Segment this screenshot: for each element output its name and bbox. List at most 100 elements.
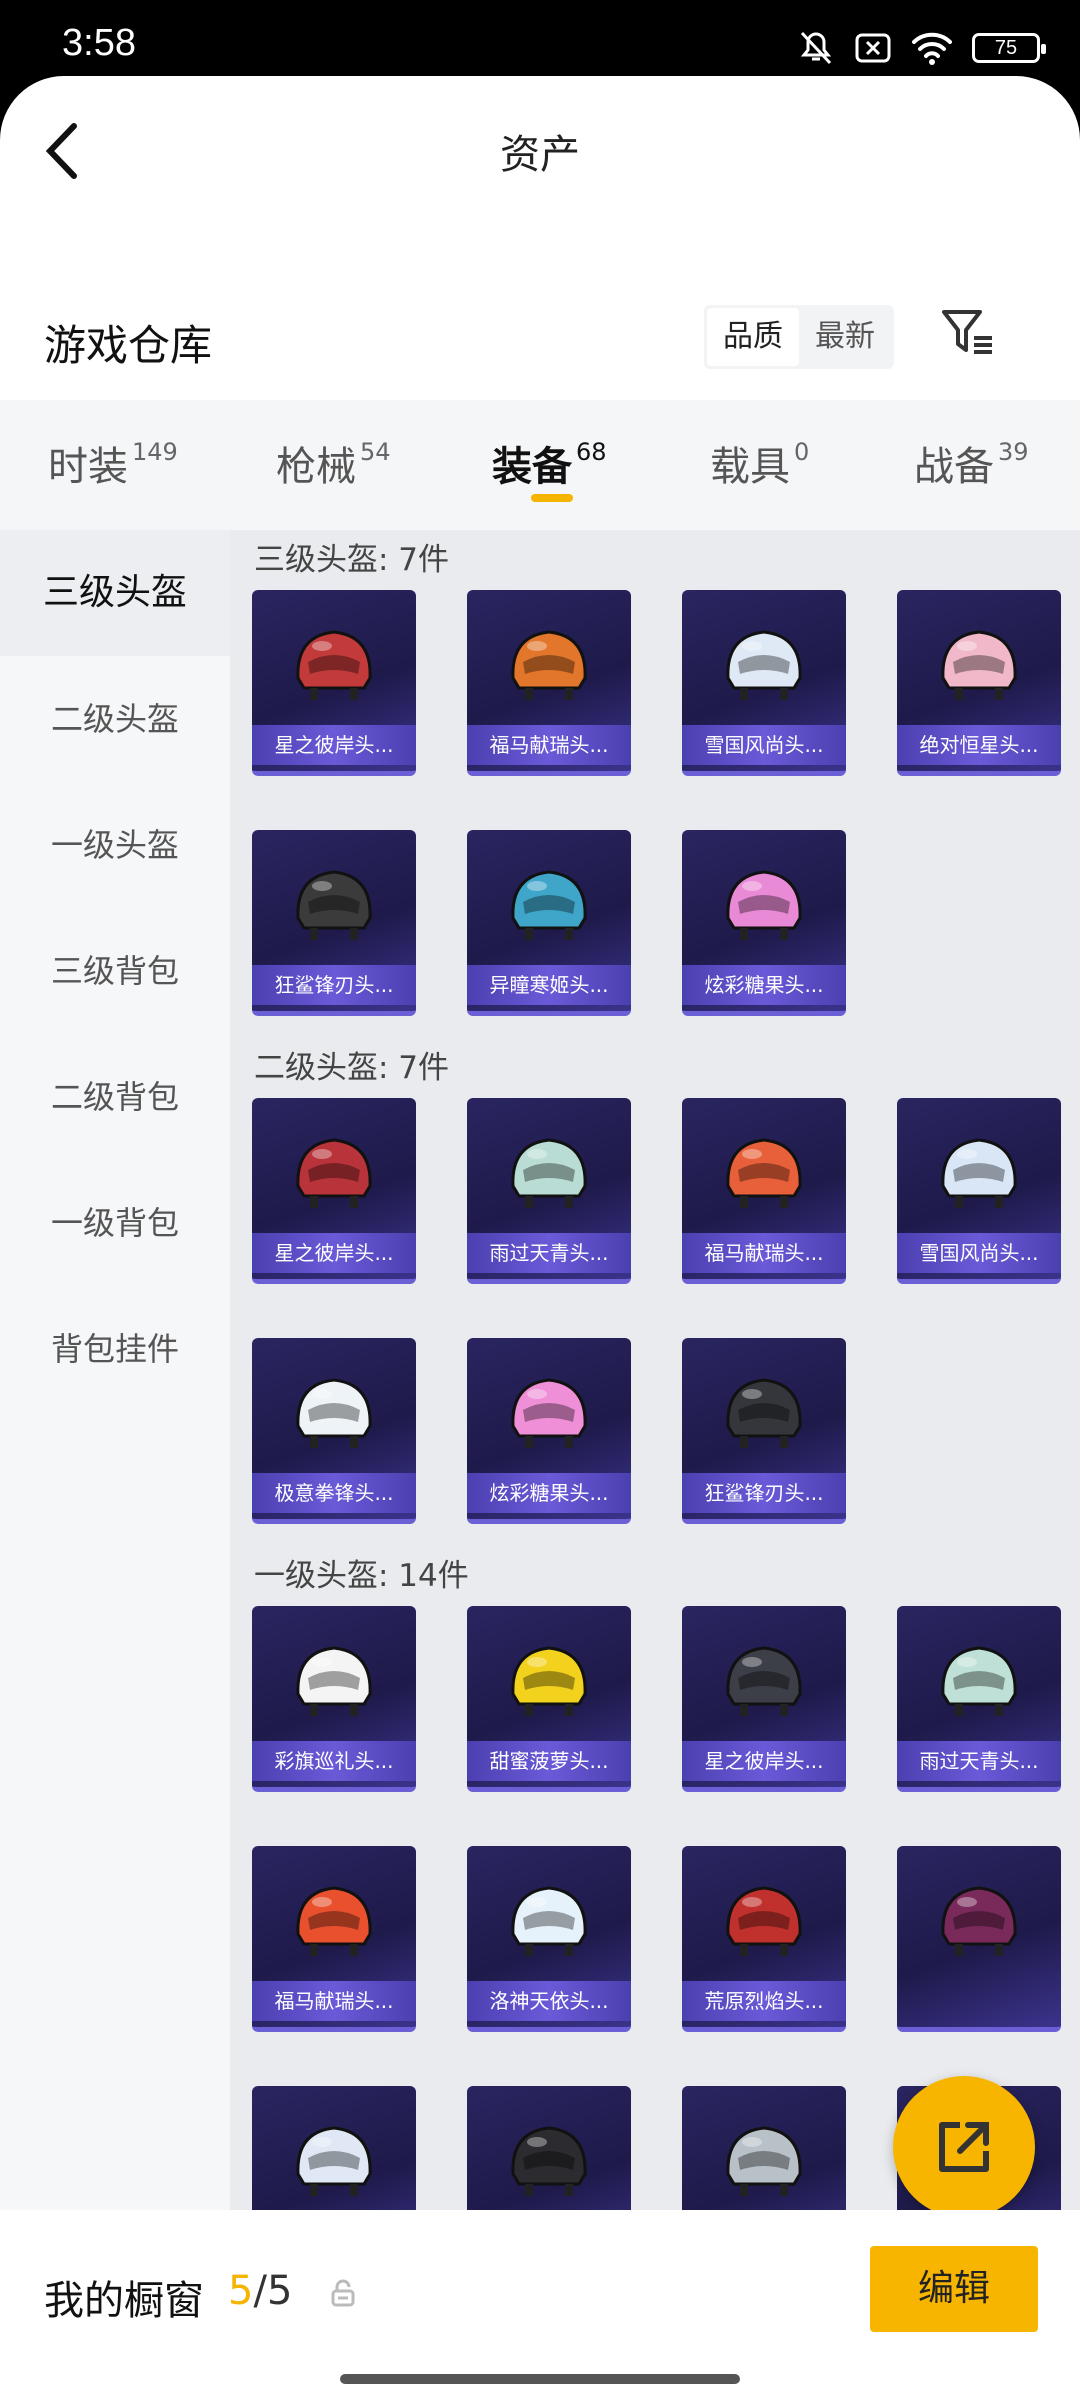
item-name: 极意拳锋头... (252, 1473, 416, 1513)
helmet-icon (511, 630, 587, 700)
item-card[interactable]: 炫彩糖果头... (682, 830, 846, 1016)
helmet-icon (511, 1646, 587, 1716)
tab-equipment[interactable]: 装备 68 (492, 434, 607, 494)
helmet-icon (726, 2126, 802, 2196)
tab-count: 39 (998, 438, 1029, 466)
item-name: 福马献瑞头... (682, 1233, 846, 1273)
item-card[interactable]: 洛神天依头... (467, 1846, 631, 2032)
item-name: 狂鲨锋刃头... (682, 1473, 846, 1513)
item-name: 彩旗巡礼头... (252, 1741, 416, 1781)
item-name: 福马献瑞头... (252, 1981, 416, 2021)
item-name: 炫彩糖果头... (467, 1473, 631, 1513)
tab-count: 149 (132, 438, 178, 466)
item-card[interactable]: 绝对恒星头... (897, 590, 1061, 776)
tab-fashion[interactable]: 时装 149 (48, 434, 178, 494)
item-card[interactable]: 福马献瑞头... (467, 590, 631, 776)
item-name: 绝对恒星头... (897, 725, 1061, 765)
status-icons: 75 (796, 30, 1046, 66)
page-title: 资产 (500, 132, 580, 178)
helmet-icon (296, 630, 372, 700)
helmet-icon (296, 2126, 372, 2196)
tab-weapons[interactable]: 枪械 54 (276, 434, 391, 494)
item-card[interactable]: 雪国风尚头... (897, 1098, 1061, 1284)
item-card[interactable]: 荒原烈焰头... (682, 1846, 846, 2032)
sidebar-item-backpack-charm[interactable]: 背包挂件 (0, 1286, 230, 1412)
showcase-count-sep: / (253, 2268, 267, 2314)
helmet-icon (296, 1378, 372, 1448)
tab-label: 时装 (48, 444, 128, 490)
sort-by-quality[interactable]: 品质 (707, 308, 799, 366)
helmet-icon (941, 630, 1017, 700)
warehouse-title: 游戏仓库 (44, 321, 213, 370)
sidebar-item-level1-helmet[interactable]: 一级头盔 (0, 782, 230, 908)
item-card[interactable]: 星之彼岸头... (252, 1098, 416, 1284)
tab-label: 战备 (914, 444, 994, 490)
helmet-icon (726, 1138, 802, 1208)
status-time: 3:58 (62, 22, 136, 64)
no-sim-icon (855, 33, 891, 63)
helmet-icon (296, 1646, 372, 1716)
showcase-count-current: 5 (228, 2268, 254, 2314)
tab-count: 68 (576, 438, 607, 466)
helmet-icon (511, 2126, 587, 2196)
item-name: 荒原烈焰头... (682, 1981, 846, 2021)
home-indicator (340, 2374, 740, 2384)
sidebar-item-level2-backpack[interactable]: 二级背包 (0, 1034, 230, 1160)
item-card[interactable]: 星之彼岸头... (682, 1606, 846, 1792)
item-card[interactable]: 雨过天青头... (897, 1606, 1061, 1792)
item-card[interactable]: 雪国风尚头... (682, 590, 846, 776)
item-card[interactable]: 星之彼岸头... (252, 590, 416, 776)
item-card[interactable]: 狂鲨锋刃头... (682, 1338, 846, 1524)
section-title: 二级头盔: 7件 (254, 1050, 450, 1086)
item-name: 雨过天青头... (467, 1233, 631, 1273)
showcase-label: 我的橱窗 (44, 2278, 204, 2324)
share-button[interactable] (893, 2076, 1035, 2218)
helmet-icon (296, 1886, 372, 1956)
item-grid: 星之彼岸头... 雨过天青头... 福马献瑞头... 雪国风尚头... 极意拳锋头...… (230, 1098, 1080, 1524)
sort-by-newest[interactable]: 最新 (799, 308, 891, 366)
sidebar-item-level2-helmet[interactable]: 二级头盔 (0, 656, 230, 782)
item-name: 雪国风尚头... (897, 1233, 1061, 1273)
showcase-count-total: 5 (266, 2268, 293, 2314)
sidebar-item-level1-backpack[interactable]: 一级背包 (0, 1160, 230, 1286)
battery-icon: 75 (972, 33, 1046, 63)
tab-indicator (531, 494, 573, 502)
item-card[interactable]: 异瞳寒姬头... (467, 830, 631, 1016)
section-title: 一级头盔: 14件 (254, 1558, 469, 1594)
item-card[interactable]: 狂鲨锋刃头... (252, 830, 416, 1016)
sidebar: 三级头盔 二级头盔 一级头盔 三级背包 二级背包 一级背包 背包挂件 (0, 530, 230, 2270)
item-card[interactable] (897, 1846, 1061, 2032)
item-name: 狂鲨锋刃头... (252, 965, 416, 1005)
item-card[interactable]: 炫彩糖果头... (467, 1338, 631, 1524)
item-card[interactable]: 彩旗巡礼头... (252, 1606, 416, 1792)
category-tabs: 时装 149 枪械 54 装备 68 载具 0 战备 39 (0, 400, 1080, 530)
lock-icon (331, 2279, 355, 2307)
helmet-icon (296, 1138, 372, 1208)
helmet-icon (941, 1138, 1017, 1208)
item-name: 炫彩糖果头... (682, 965, 846, 1005)
item-name: 雨过天青头... (897, 1741, 1061, 1781)
item-card[interactable]: 福马献瑞头... (252, 1846, 416, 2032)
tab-label: 载具 (710, 444, 790, 490)
helmet-icon (726, 1646, 802, 1716)
filter-list-icon[interactable] (940, 304, 996, 360)
item-grid: 星之彼岸头... 福马献瑞头... 雪国风尚头... 绝对恒星头... 狂鲨锋刃头...… (230, 590, 1080, 1016)
item-card[interactable]: 雨过天青头... (467, 1098, 631, 1284)
helmet-icon (726, 870, 802, 940)
item-name: 星之彼岸头... (682, 1741, 846, 1781)
item-card[interactable]: 极意拳锋头... (252, 1338, 416, 1524)
tab-supplies[interactable]: 战备 39 (914, 434, 1029, 494)
wifi-icon (912, 32, 952, 65)
section-title: 三级头盔: 7件 (254, 542, 450, 578)
item-card[interactable]: 福马献瑞头... (682, 1098, 846, 1284)
status-bar: 3:58 75 (0, 0, 1080, 80)
edit-button[interactable]: 编辑 (870, 2246, 1038, 2332)
helmet-icon (511, 870, 587, 940)
helmet-icon (511, 1378, 587, 1448)
sidebar-item-level3-backpack[interactable]: 三级背包 (0, 908, 230, 1034)
item-card[interactable]: 甜蜜菠萝头... (467, 1606, 631, 1792)
tab-count: 0 (794, 438, 810, 466)
sidebar-item-level3-helmet[interactable]: 三级头盔 (0, 530, 230, 656)
item-name: 雪国风尚头... (682, 725, 846, 765)
tab-vehicles[interactable]: 载具 0 (710, 434, 809, 494)
